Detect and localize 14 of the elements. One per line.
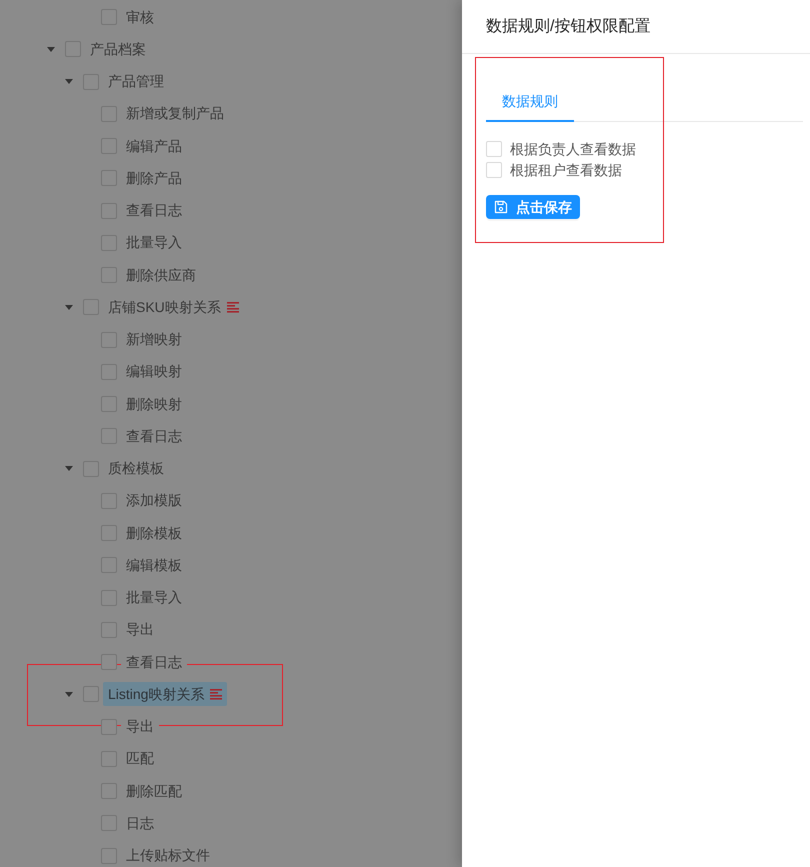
tree-node[interactable]: Listing映射关系 [103,682,228,706]
save-button[interactable]: 点击保存 [486,195,580,219]
drawer-title: 数据规则/按钮权限配置 [486,16,650,36]
checkbox-label[interactable]: 根据负责人查看数据 [510,138,636,160]
checkbox-label[interactable]: 根据租户查看数据 [510,160,622,180]
caret-icon[interactable] [65,79,73,84]
save-icon [494,200,508,214]
checkbox[interactable] [101,654,117,670]
caret-icon[interactable] [65,466,73,471]
checkbox[interactable] [101,718,117,734]
caret-icon[interactable] [47,46,55,52]
caret-icon[interactable] [65,692,73,697]
tab[interactable]: 数据规则 [486,78,574,122]
caret-icon[interactable] [65,304,73,310]
